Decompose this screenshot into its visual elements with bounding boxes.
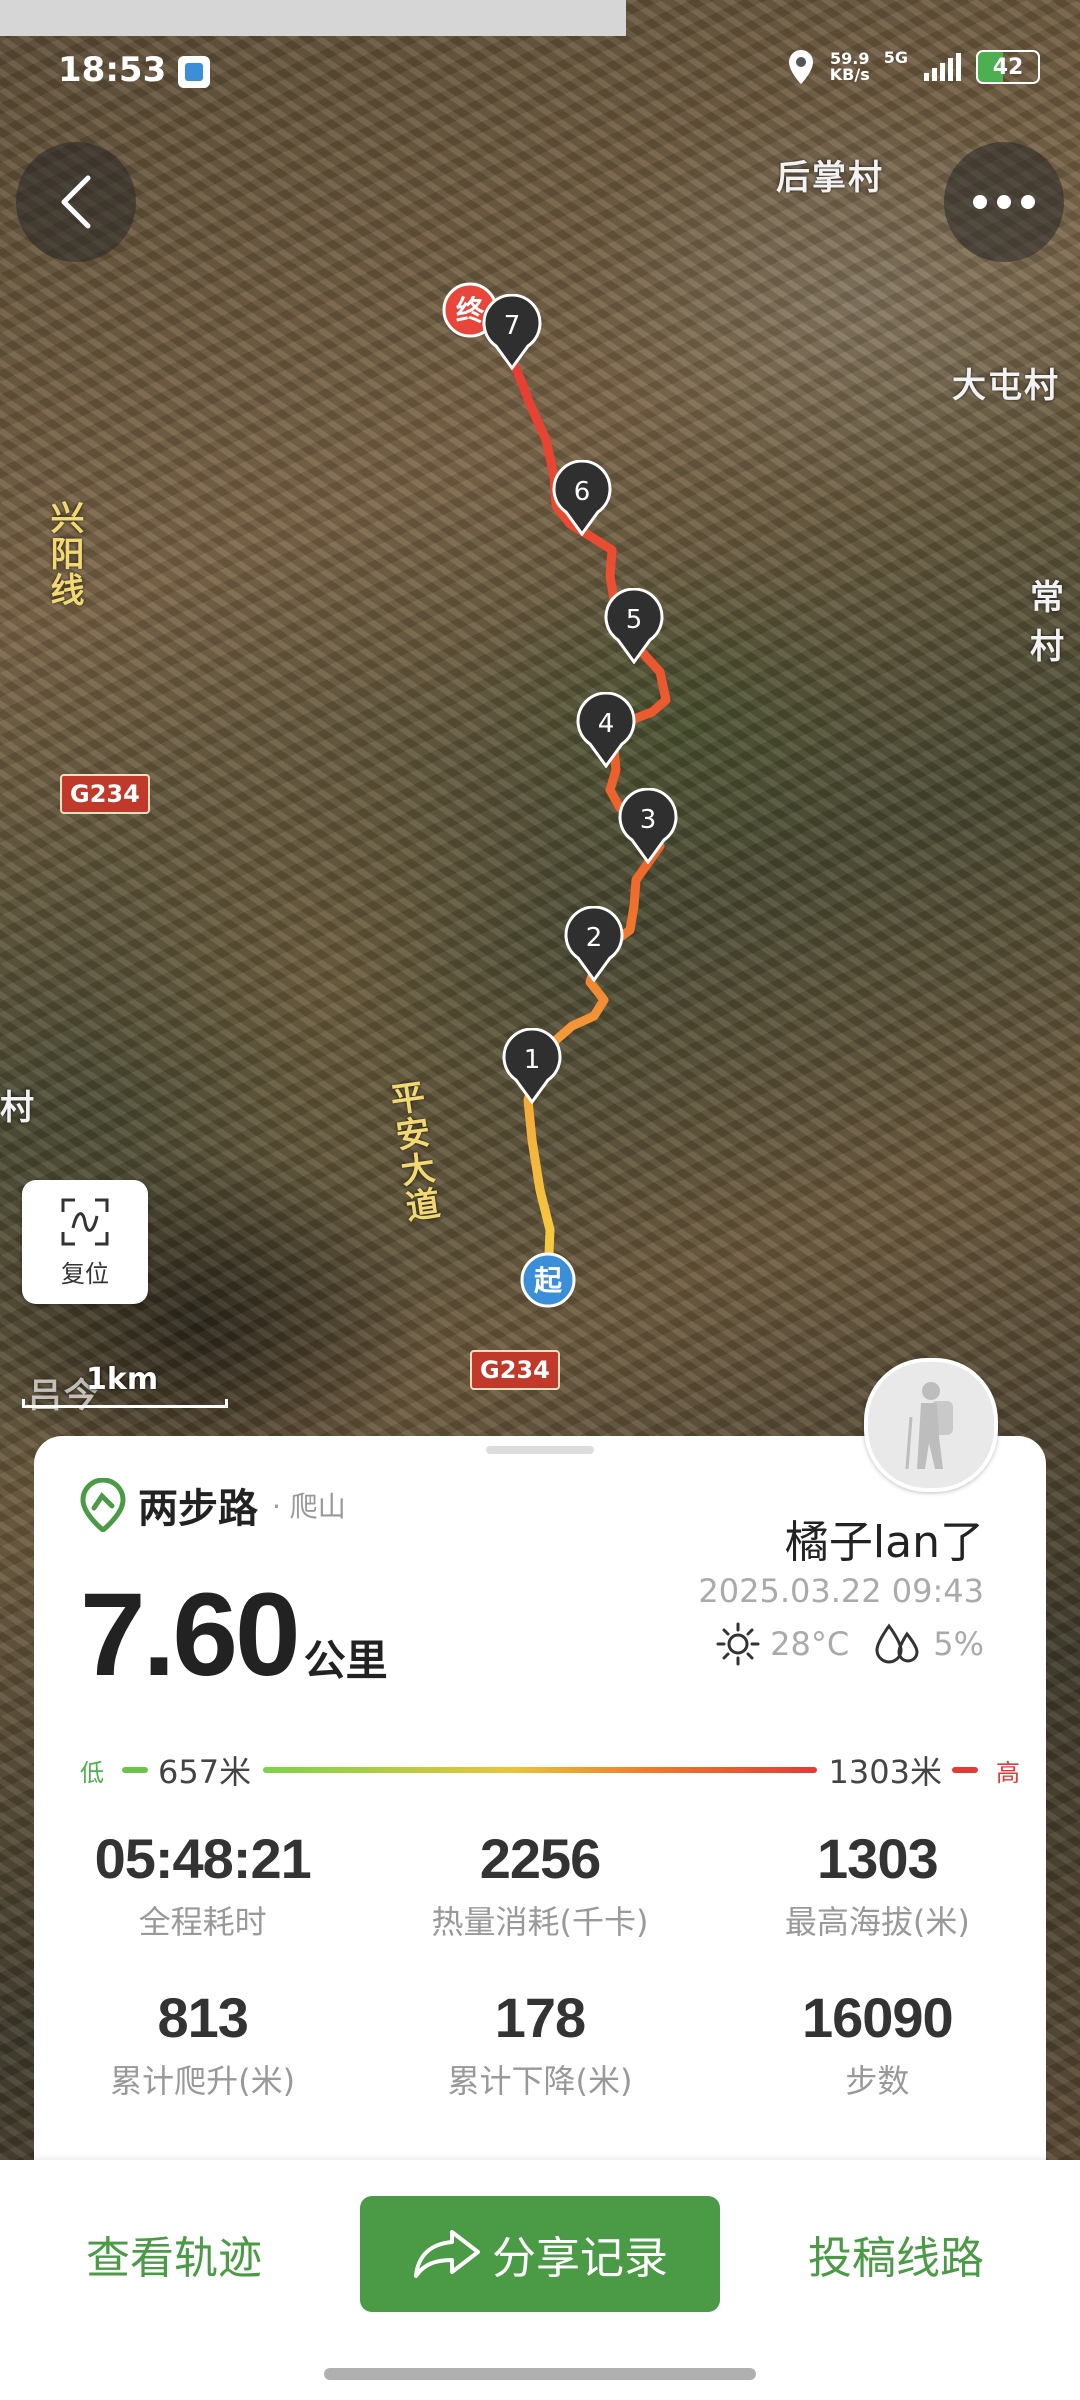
waypoint-pin[interactable]: 3 <box>618 787 678 868</box>
status-icons: 59.9 KB/s 5G 42 <box>786 48 1040 86</box>
stat-label: 全程耗时 <box>138 1903 267 1941</box>
brand-name: 两步路 <box>138 1486 258 1532</box>
share-arrow-icon <box>414 2230 480 2278</box>
user-name[interactable]: 橘子lan了 <box>785 1506 984 1570</box>
signal-icon <box>924 53 961 81</box>
home-indicator[interactable] <box>324 2368 756 2380</box>
humidity-icon <box>875 1623 919 1664</box>
record-date: 2025.03.22 09:43 <box>698 1572 984 1610</box>
altitude-low-label: 低 <box>80 1758 104 1787</box>
reset-location-icon <box>61 1198 109 1245</box>
waypoint-pin[interactable]: 2 <box>564 905 624 986</box>
stat-calories: 2256 热量消耗(千卡) <box>371 1826 708 1943</box>
humidity: 5% <box>933 1625 984 1663</box>
altitude-high-marker <box>952 1767 978 1773</box>
stat-value: 05:48:21 <box>94 1827 312 1890</box>
stat-value: 2256 <box>479 1827 602 1890</box>
submit-route-button[interactable]: 投稿线路 <box>808 2222 984 2286</box>
end-label: 终 <box>456 294 485 327</box>
avatar[interactable] <box>864 1358 998 1492</box>
stat-value: 813 <box>157 1986 248 2049</box>
sun-icon <box>716 1622 760 1666</box>
stat-label: 最高海拔(米) <box>784 1903 970 1941</box>
stat-value: 178 <box>494 1986 586 2049</box>
altitude-high-label: 高 <box>996 1758 1020 1787</box>
waypoint-label: 1 <box>524 1045 541 1075</box>
share-label: 分享记录 <box>492 2233 668 2284</box>
start-label: 起 <box>534 1264 563 1297</box>
map-scale: 1km <box>22 1362 228 1408</box>
drag-handle[interactable] <box>486 1446 594 1454</box>
battery-level: 42 <box>992 54 1024 80</box>
waypoint-label: 6 <box>574 477 591 507</box>
waypoint-pin[interactable]: 6 <box>552 459 612 540</box>
bottom-action-bar: 查看轨迹 分享记录 投稿线路 <box>0 2160 1080 2400</box>
more-button[interactable] <box>944 142 1064 262</box>
altitude-range: 低 657米 1303米 高 <box>80 1750 1020 1791</box>
network-type: 5G <box>883 48 908 67</box>
share-record-button[interactable]: 分享记录 <box>360 2196 720 2312</box>
scale-bar <box>22 1399 228 1408</box>
stat-label: 步数 <box>845 2062 910 2100</box>
stat-value: 1303 <box>817 1827 939 1890</box>
distance-value: 7.60 <box>80 1569 301 1701</box>
stat-duration: 05:48:21 全程耗时 <box>34 1826 371 1943</box>
distance: 7.60 公里 <box>80 1576 388 1694</box>
activity-type: · 爬山 <box>272 1490 346 1523</box>
waypoint-label: 5 <box>626 605 643 635</box>
waypoint-pin[interactable]: 4 <box>576 691 636 772</box>
stat-label: 累计爬升(米) <box>110 2062 296 2100</box>
stat-value: 16090 <box>801 1986 954 2049</box>
hiker-icon <box>905 1382 953 1470</box>
stat-max-altitude: 1303 最高海拔(米) <box>709 1826 1046 1943</box>
distance-unit: 公里 <box>303 1636 388 1685</box>
altitude-high-value: 1303米 <box>828 1753 942 1791</box>
stat-steps: 16090 步数 <box>709 1985 1046 2102</box>
temperature: 28°C <box>770 1625 850 1663</box>
status-time: 18:53 <box>58 50 167 90</box>
waypoint-label: 4 <box>598 709 615 739</box>
stat-total-ascent: 813 累计爬升(米) <box>34 1985 371 2102</box>
activity-card: 两步路 · 爬山 7.60 公里 橘子lan了 2025.03.22 09:43… <box>34 1436 1046 2160</box>
waypoint-pin[interactable]: 5 <box>604 587 664 668</box>
back-button[interactable] <box>16 142 136 262</box>
waypoint-label: 2 <box>586 923 603 953</box>
waypoint-pin[interactable]: 7 <box>482 293 542 374</box>
stats-grid: 05:48:21 全程耗时 2256 热量消耗(千卡) 1303 最高海拔(米)… <box>34 1826 1046 2102</box>
app-notification-icon <box>178 56 210 88</box>
stat-total-descent: 178 累计下降(米) <box>371 1985 708 2102</box>
weather: 28°C 5% <box>716 1622 984 1666</box>
reset-label: 复位 <box>61 1259 109 1288</box>
start-pin[interactable]: 起 <box>518 1250 578 1314</box>
waypoint-pin[interactable]: 1 <box>502 1027 562 1108</box>
view-track-button[interactable]: 查看轨迹 <box>86 2222 262 2286</box>
waypoint-label: 7 <box>504 311 521 341</box>
chevron-left-icon <box>61 175 91 229</box>
brand: 两步路 · 爬山 <box>80 1476 346 1534</box>
altitude-low-marker <box>122 1767 148 1773</box>
battery-icon: 42 <box>976 50 1040 84</box>
location-icon <box>788 50 813 84</box>
stat-label: 累计下降(米) <box>447 2062 633 2100</box>
altitude-gradient-bar <box>263 1767 817 1773</box>
waypoint-label: 3 <box>640 805 657 835</box>
altitude-low-value: 657米 <box>158 1753 252 1791</box>
brand-logo-icon <box>80 1478 126 1532</box>
more-dots-icon <box>973 195 1035 209</box>
network-speed: 59.9 KB/s <box>829 49 870 84</box>
reset-button[interactable]: 复位 <box>22 1180 148 1304</box>
scale-label: 1km <box>86 1362 159 1397</box>
stat-label: 热量消耗(千卡) <box>431 1903 649 1941</box>
